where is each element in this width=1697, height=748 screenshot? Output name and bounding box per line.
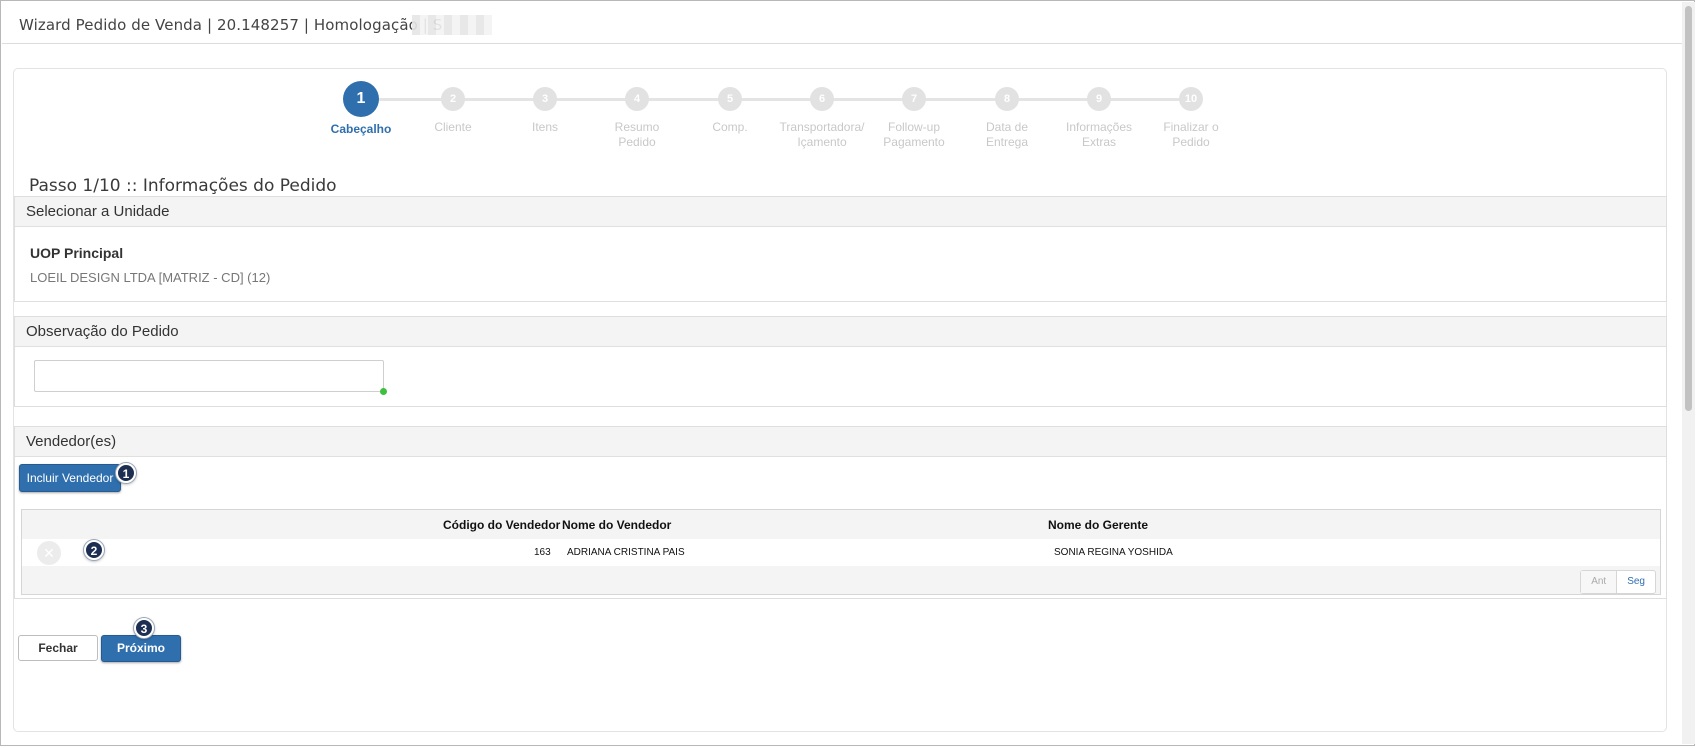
cell-codigo: 163 (534, 547, 551, 558)
step-label: Transportadora/ Içamento (779, 120, 865, 149)
window-title: Wizard Pedido de Venda | 20.148257 | Hom… (19, 16, 443, 34)
step-number: 1 (343, 81, 379, 117)
table-row: ✕ 163 ADRIANA CRISTINA PAIS SONIA REGINA… (22, 539, 1660, 567)
step-number: 3 (533, 87, 557, 111)
pager: Ant Seg (1580, 570, 1656, 594)
section-heading: Observação do Pedido (15, 317, 1666, 347)
step-label: Finalizar o Pedido (1163, 120, 1219, 149)
step-number: 4 (625, 87, 649, 111)
pager-prev-button[interactable]: Ant (1581, 571, 1618, 593)
page-title: Passo 1/10 :: Informações do Pedido (29, 176, 337, 196)
observacao-textarea[interactable] (34, 360, 387, 395)
step-label: Follow-up Pagamento (883, 120, 945, 149)
observacao-section: Observação do Pedido (14, 316, 1667, 407)
annotation-badge-1: 1 (116, 463, 136, 483)
unidade-section: Selecionar a Unidade UOP Principal LOEIL… (14, 196, 1667, 302)
vendedores-table: Código do Vendedor Nome do Vendedor Nome… (21, 509, 1661, 595)
step-label: Informações Extras (1065, 120, 1133, 149)
step-number: 10 (1179, 87, 1203, 111)
column-header-nome[interactable]: Nome do Vendedor (562, 518, 671, 532)
section-heading: Selecionar a Unidade (15, 197, 1666, 227)
annotation-badge-3: 3 (134, 618, 154, 638)
step-label: Data de Entrega (985, 120, 1029, 149)
cell-gerente: SONIA REGINA YOSHIDA (1054, 547, 1173, 558)
step-label: Resumo Pedido (614, 120, 660, 149)
proximo-button[interactable]: Próximo (101, 635, 181, 662)
step-number: 2 (441, 87, 465, 111)
table-footer: Ant Seg (22, 566, 1660, 594)
wizard-panel: 1 Cabeçalho 2 Cliente 3 Itens 4 Resumo P… (13, 68, 1667, 732)
step-number: 8 (995, 87, 1019, 111)
incluir-vendedor-button[interactable]: Incluir Vendedor (19, 464, 121, 492)
step-10[interactable]: 10 Finalizar o Pedido (1136, 87, 1246, 150)
column-header-codigo[interactable]: Código do Vendedor (443, 518, 560, 532)
step-number: 6 (810, 87, 834, 111)
annotation-badge-2: 2 (84, 540, 104, 560)
section-heading: Vendedor(es) (15, 427, 1666, 457)
title-bar: Wizard Pedido de Venda | 20.148257 | Hom… (2, 2, 1682, 44)
vertical-scrollbar[interactable] (1682, 2, 1695, 744)
column-header-gerente[interactable]: Nome do Gerente (1048, 518, 1148, 532)
uop-label: UOP Principal (30, 245, 124, 261)
step-number: 9 (1087, 87, 1111, 111)
x-circle-icon[interactable]: ✕ (37, 541, 61, 565)
wizard-steps: 1 Cabeçalho 2 Cliente 3 Itens 4 Resumo P… (14, 69, 1666, 159)
pager-next-button[interactable]: Seg (1617, 571, 1655, 593)
scrollbar-thumb[interactable] (1685, 6, 1692, 411)
step-number: 5 (718, 87, 742, 111)
redacted-text (412, 15, 492, 35)
table-header: Código do Vendedor Nome do Vendedor Nome… (22, 510, 1660, 540)
fechar-button[interactable]: Fechar (18, 635, 98, 661)
resize-handle-icon[interactable] (380, 388, 387, 395)
cell-nome: ADRIANA CRISTINA PAIS (567, 547, 685, 558)
step-number: 7 (902, 87, 926, 111)
uop-value[interactable]: LOEIL DESIGN LTDA [MATRIZ - CD] (12) (30, 270, 270, 285)
vendedores-section: Vendedor(es) Incluir Vendedor 1 Código d… (14, 426, 1667, 599)
